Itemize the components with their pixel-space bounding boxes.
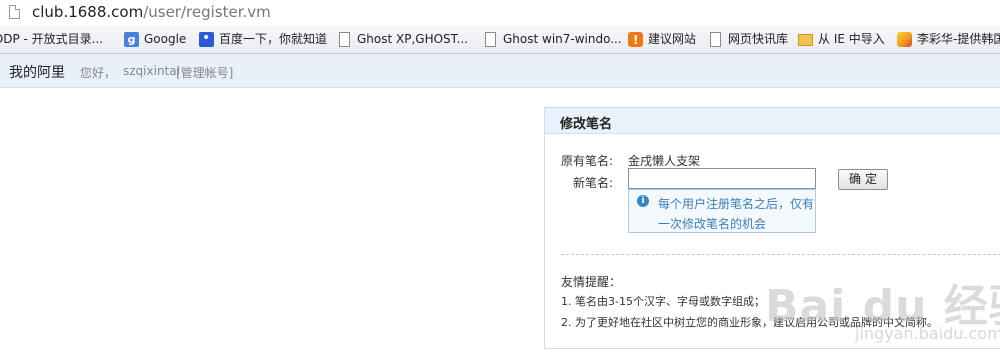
new-name-label: 新笔名: <box>573 176 614 190</box>
my-alibaba-link[interactable]: 我的阿里 <box>9 62 65 82</box>
info-icon: i <box>637 195 649 207</box>
bookmark-label: 李彩华-提供韩国 <box>917 32 1000 46</box>
bookmark-label: 百度一下，你就知道 <box>219 32 328 46</box>
manage-account-link[interactable]: [管理帐号] <box>176 64 233 81</box>
bookmark-label: 网页快讯库 <box>728 32 789 46</box>
reminder-title: 友情提醒： <box>561 275 622 289</box>
site-top-bar: 我的阿里 您好， szqixintai [管理帐号] <box>0 54 1000 88</box>
tip-text-line1: 每个用户注册笔名之后，仅有 <box>658 197 815 211</box>
page-icon <box>485 32 496 47</box>
greeting-text: 您好， <box>80 66 117 80</box>
reminder-item-1: 1. 笔名由3-15个汉字、字母或数字组成； <box>561 295 765 308</box>
folder-icon <box>798 34 813 46</box>
new-name-input[interactable] <box>628 168 816 189</box>
google-icon: g <box>124 32 139 47</box>
bookmark-label: Ghost XP,GHOST... <box>357 32 469 46</box>
page-icon <box>710 32 721 47</box>
original-name-label: 原有笔名: <box>561 154 614 168</box>
panel-title: 修改笔名 <box>560 117 613 132</box>
bookmarks-bar: DDP - 开放式目录... g Google 百度一下，你就知道 Ghost … <box>0 26 1000 54</box>
divider <box>561 254 1000 255</box>
bookmark-label: Google <box>144 32 187 46</box>
tip-text-line2: 一次修改笔名的机会 <box>658 217 767 231</box>
address-bar[interactable]: club.1688.com/user/register.vm <box>0 0 1000 27</box>
bookmark-label: 从 IE 中导入 <box>818 32 885 46</box>
bookmark-label: 建议网站 <box>648 32 697 46</box>
person-icon <box>897 32 912 47</box>
lightbulb-icon <box>628 31 643 50</box>
page-icon <box>9 5 20 19</box>
panel-header: 修改笔名 <box>545 108 1000 134</box>
page-icon <box>339 32 350 47</box>
url-text[interactable]: club.1688.com/user/register.vm <box>32 3 271 21</box>
original-name-value: 金戌懒人支架 <box>628 154 701 168</box>
bookmark-label: DDP - 开放式目录... <box>0 32 104 46</box>
baidu-paw-icon <box>199 29 214 48</box>
url-host: club.1688.com <box>32 3 144 21</box>
confirm-button[interactable]: 确定 <box>838 169 888 190</box>
tip-box: i 每个用户注册笔名之后，仅有 一次修改笔名的机会 <box>628 189 816 233</box>
reminder-item-2: 2. 为了更好地在社区中树立您的商业形象，建议启用公司或品牌的中文简称。 <box>561 316 938 329</box>
url-path: /user/register.vm <box>143 3 271 21</box>
username-text: szqixintai <box>123 64 180 78</box>
modify-pen-name-panel: 修改笔名 原有笔名: 金戌懒人支架 新笔名: 确定 i 每个用户注册笔名之后，仅… <box>544 107 1000 349</box>
bookmark-label: Ghost win7-windo... <box>503 32 622 46</box>
